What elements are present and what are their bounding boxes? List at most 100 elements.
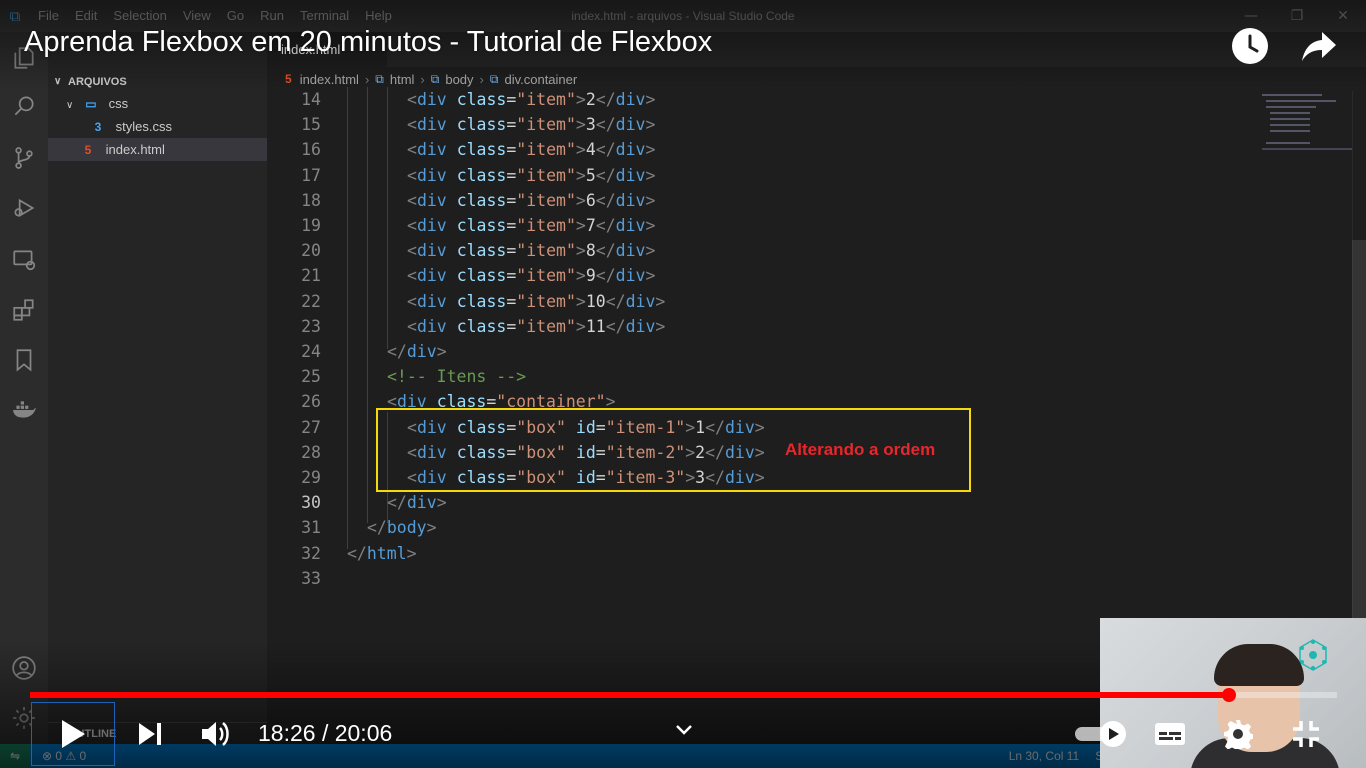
code-token: </ [387, 493, 407, 513]
code-token: > [436, 342, 447, 361]
line-number: 20 [301, 241, 321, 261]
editor-scroll-thumb[interactable] [1352, 240, 1366, 660]
code-token: < [407, 241, 417, 261]
line-number: 33 [301, 568, 321, 588]
code-line[interactable]: 17 <div class="item">5</div> [267, 163, 1257, 188]
code-line[interactable]: 16 <div class="item">4</div> [267, 137, 1257, 162]
code-token: "item" [516, 90, 576, 109]
code-token: > [645, 90, 656, 109]
autoplay-toggle[interactable] [1072, 712, 1132, 756]
play-icon[interactable] [50, 712, 96, 756]
code-token: div [615, 241, 646, 261]
tree-item-index-html[interactable]: 5 index.html [48, 138, 267, 161]
tree-item-css-folder[interactable]: ∨ ▭ css [48, 92, 267, 115]
code-token: </ [595, 90, 616, 109]
code-token: div [615, 216, 646, 235]
code-token: div [416, 266, 447, 286]
code-text: <div class="item">11</div> [407, 314, 665, 339]
line-number: 21 [301, 266, 321, 286]
source-control-icon[interactable] [0, 134, 48, 182]
breadcrumb-item[interactable]: index.html [300, 72, 359, 87]
account-icon[interactable] [0, 644, 48, 692]
minimap-line [1262, 148, 1352, 150]
code-token: > [655, 316, 666, 336]
code-text: <div class="item">2</div> [407, 87, 655, 112]
status-item[interactable]: Ln 30, Col 11 [1009, 744, 1080, 768]
code-line[interactable]: 14 <div class="item">2</div> [267, 87, 1257, 112]
settings-icon[interactable] [1216, 712, 1260, 756]
minimap-line [1270, 130, 1310, 132]
subtitles-icon[interactable] [1148, 712, 1192, 756]
code-token: > [645, 241, 656, 261]
progress-scrubber[interactable] [1221, 688, 1236, 702]
code-text: <!-- Itens --> [387, 364, 526, 389]
code-line[interactable]: 22 <div class="item">10</div> [267, 289, 1257, 314]
code-line[interactable]: 31 </body> [267, 515, 1257, 540]
explorer-section-header[interactable]: ∨ ARQUIVOS [48, 72, 267, 92]
code-token: > [575, 140, 586, 160]
tree-item-label: styles.css [115, 119, 172, 134]
code-token: div [625, 316, 656, 336]
code-token: class [456, 266, 507, 286]
breadcrumb-item[interactable]: div.container [504, 72, 577, 87]
code-line[interactable]: 30 </div> [267, 490, 1257, 515]
line-number: 15 [301, 115, 321, 135]
progress-bar[interactable] [30, 688, 1337, 702]
next-video-icon[interactable] [128, 712, 172, 756]
extensions-icon[interactable] [0, 286, 48, 334]
code-line[interactable]: 19 <div class="item">7</div> [267, 213, 1257, 238]
docker-icon[interactable] [0, 386, 48, 434]
code-token: > [575, 216, 586, 235]
remote-explorer-icon[interactable] [0, 236, 48, 284]
remote-indicator-icon[interactable]: ⇋ [0, 744, 30, 768]
code-token: < [407, 90, 417, 109]
volume-icon[interactable] [194, 712, 238, 756]
code-token: class [456, 316, 507, 336]
minimap[interactable] [1258, 90, 1354, 156]
code-line[interactable]: 21 <div class="item">9</div> [267, 263, 1257, 288]
code-line[interactable]: 15 <div class="item">3</div> [267, 112, 1257, 137]
code-token: </ [595, 140, 616, 160]
code-line[interactable]: 23 <div class="item">11</div> [267, 314, 1257, 339]
breadcrumb-item[interactable]: body [445, 72, 473, 87]
code-line[interactable]: 33 [267, 566, 1257, 591]
exit-fullscreen-icon[interactable] [1284, 712, 1328, 756]
chevron-right-icon: › [364, 71, 370, 87]
chevron-down-icon[interactable] [668, 708, 700, 752]
run-debug-icon[interactable] [0, 184, 48, 232]
code-token: class [456, 190, 507, 210]
code-token: 9 [585, 266, 596, 286]
code-text: <div class="item">8</div> [407, 238, 655, 263]
line-number: 27 [301, 417, 321, 437]
code-line[interactable]: 32 </html> [267, 541, 1257, 566]
code-token: < [407, 190, 417, 210]
code-line[interactable]: 25 <!-- Itens --> [267, 364, 1257, 389]
line-number: 32 [301, 543, 321, 563]
tree-item-styles-css[interactable]: 3 styles.css [48, 115, 267, 138]
minimap-line [1270, 124, 1310, 126]
code-token: class [456, 140, 507, 160]
breadcrumb-item[interactable]: html [390, 72, 415, 87]
code-line[interactable]: 24 </div> [267, 339, 1257, 364]
code-line[interactable]: 20 <div class="item">8</div> [267, 238, 1257, 263]
bookmark-icon[interactable] [0, 336, 48, 384]
code-line[interactable]: 18 <div class="item">6</div> [267, 188, 1257, 213]
share-icon[interactable] [1298, 24, 1342, 68]
tree-item-label: css [108, 96, 129, 111]
code-token: = [506, 241, 517, 261]
code-token: < [407, 216, 417, 235]
code-text: </div> [387, 490, 447, 515]
video-title[interactable]: Aprenda Flexbox em 20 minutos - Tutorial… [24, 26, 712, 59]
code-token: </ [367, 518, 387, 538]
html-file-icon: 5 [285, 72, 292, 86]
search-icon[interactable] [0, 82, 48, 130]
watch-later-icon[interactable] [1228, 24, 1272, 68]
code-token: = [506, 115, 517, 135]
code-token: class [456, 115, 507, 135]
code-token: div [615, 90, 646, 109]
code-text: </div> [387, 339, 447, 364]
minimap-line [1266, 100, 1336, 102]
code-token: div [416, 90, 447, 109]
